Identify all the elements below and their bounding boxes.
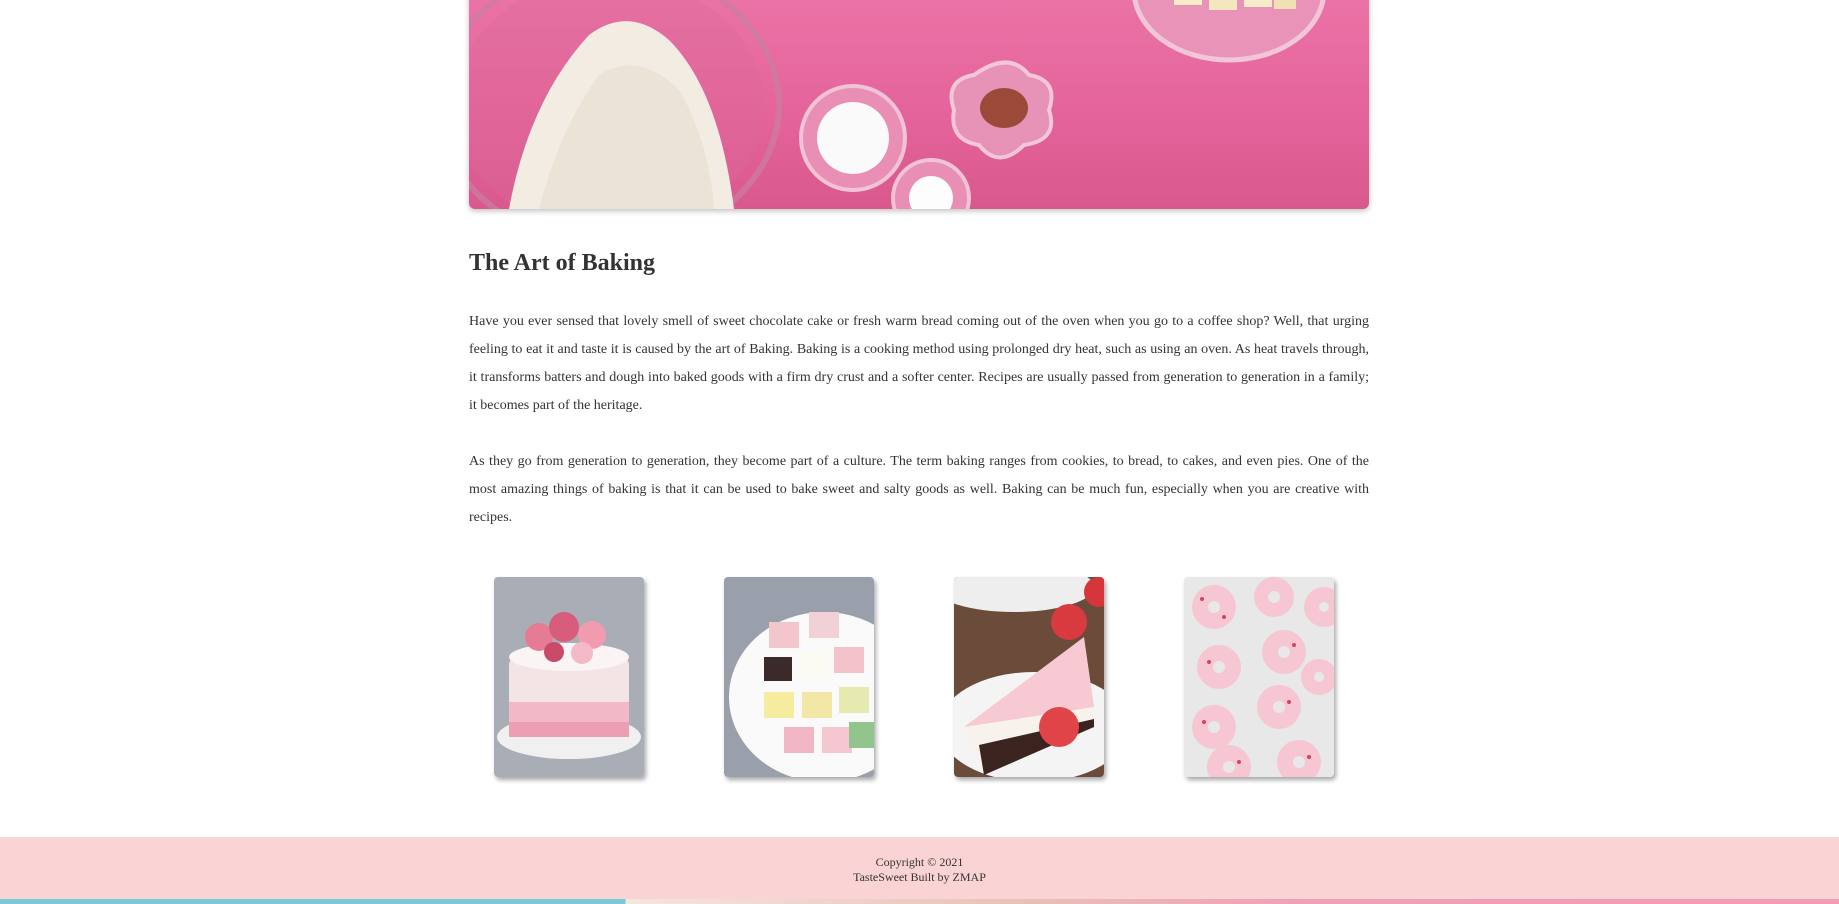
article-title: The Art of Baking	[469, 250, 656, 276]
bottom-background-image	[0, 899, 1839, 904]
footer-credit: TasteSweet Built by ZMAP	[853, 870, 986, 884]
hero-banner-image	[469, 0, 1369, 209]
article-paragraph-2: As they go from generation to generation…	[469, 454, 1369, 525]
article-paragraph-1: Have you ever sensed that lovely smell o…	[469, 314, 1369, 413]
gallery-image-petit-fours[interactable]	[724, 577, 874, 777]
footer-copyright: Copyright © 2021	[875, 855, 964, 869]
footer: Copyright © 2021 TasteSweet Built by ZMA…	[0, 837, 1839, 899]
gallery-image-donuts[interactable]	[1184, 577, 1334, 777]
page: The Art of Baking Have you ever sensed t…	[0, 0, 1839, 904]
gallery-image-cake[interactable]	[494, 577, 644, 777]
gallery-image-cheesecake[interactable]	[954, 577, 1104, 777]
